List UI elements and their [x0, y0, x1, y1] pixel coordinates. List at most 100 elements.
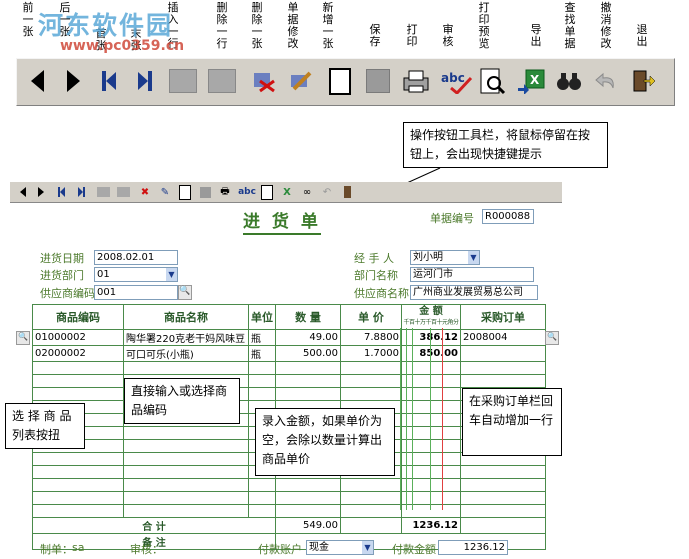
form-title: 进 货 单 — [243, 207, 321, 235]
doc-no-field[interactable]: R000088 — [482, 209, 534, 224]
cell-name[interactable]: 陶华署220克老干妈风味豆 — [123, 329, 249, 346]
col-unit: 单位 — [248, 304, 276, 330]
arrow-left-icon — [20, 187, 26, 197]
handler-select[interactable]: 刘小明 ▼ — [410, 250, 480, 265]
total-label: 合 计 — [32, 517, 276, 534]
binoculars-icon: ∞ — [302, 186, 312, 198]
dept-name-field[interactable]: 运河门市 — [410, 267, 534, 282]
small-delete-doc-button[interactable]: ✖ — [138, 185, 152, 199]
col-name: 商品名称 — [123, 304, 249, 330]
table-row[interactable] — [32, 374, 546, 388]
small-exit-button[interactable] — [340, 185, 354, 199]
small-delete-row-button[interactable] — [116, 185, 130, 199]
small-insert-row-button[interactable] — [96, 185, 110, 199]
table-row[interactable]: 01000002 陶华署220克老干妈风味豆 瓶 49.00 7.8800 38… — [32, 329, 546, 346]
small-find-button[interactable]: ∞ — [300, 185, 314, 199]
supplier-name-label: 供应商名称 — [354, 287, 409, 300]
small-last-button[interactable] — [74, 185, 88, 199]
small-print-preview-button[interactable] — [260, 184, 274, 200]
supplier-lookup-button[interactable]: 🔍 — [178, 285, 192, 300]
select-goods-button[interactable]: 🔍 — [16, 331, 30, 345]
dept-value: 01 — [97, 269, 110, 280]
insert-row-icon — [96, 187, 110, 197]
account-select[interactable]: 现金 ▼ — [306, 540, 374, 555]
paid-field[interactable]: 1236.12 — [438, 540, 508, 555]
chevron-down-icon[interactable]: ▼ — [166, 268, 177, 281]
cell-order[interactable] — [460, 345, 546, 362]
small-save-button[interactable] — [198, 185, 212, 199]
select-order-button[interactable]: 🔍 — [545, 331, 559, 345]
small-first-button[interactable] — [54, 185, 68, 199]
paid-label: 付款金额 — [392, 543, 436, 556]
doc-no-label: 单据编号 — [430, 212, 474, 225]
small-audit-button[interactable]: abc — [238, 185, 256, 199]
table-row[interactable] — [32, 361, 546, 375]
print-preview-icon — [261, 184, 273, 200]
cell-code[interactable]: 01000002 — [32, 329, 124, 346]
lookup-icon: 🔍 — [18, 332, 28, 341]
table-header: 商品编码 商品名称 单位 数 量 单 价 金 额千百十万千百十元角分 采购订单 — [32, 304, 546, 330]
amount-guide-line — [430, 328, 431, 510]
table-row[interactable] — [32, 491, 546, 505]
cell-unit[interactable]: 瓶 — [248, 329, 276, 346]
amount-guide-line — [400, 328, 401, 510]
printer-icon: 🖶 — [220, 185, 230, 197]
maker-value: sa — [72, 541, 85, 554]
cell-unit[interactable]: 瓶 — [248, 345, 276, 362]
exit-door-icon — [343, 186, 351, 198]
cell-amount[interactable]: 386.12 — [401, 329, 461, 346]
small-prev-button[interactable] — [16, 185, 30, 199]
table-row[interactable]: 02000002 可口可乐(小瓶) 瓶 500.00 1.7000 850.00 — [32, 345, 546, 362]
small-print-button[interactable]: 🖶 — [218, 185, 232, 199]
delete-row-icon — [116, 187, 130, 197]
date-label: 进货日期 — [40, 252, 84, 265]
spellcheck-icon: abc — [238, 187, 256, 197]
lookup-icon: 🔍 — [547, 332, 557, 341]
export-excel-icon: X — [283, 186, 291, 198]
col-amount-title: 金 额 — [419, 306, 443, 317]
maker-label: 制单： — [40, 543, 73, 556]
supplier-code-field[interactable]: 001 — [94, 285, 178, 300]
col-qty: 数 量 — [275, 304, 341, 330]
cell-qty[interactable]: 49.00 — [275, 329, 341, 346]
amount-guide-line — [406, 328, 407, 510]
small-edit-doc-button[interactable]: ✎ — [158, 185, 172, 199]
handler-label: 经 手 人 — [354, 252, 394, 265]
arrow-right-icon — [38, 187, 44, 197]
amount-decimal-line — [442, 328, 443, 510]
cell-name[interactable]: 可口可乐(小瓶) — [123, 345, 249, 362]
chevron-down-icon[interactable]: ▼ — [468, 251, 479, 264]
total-qty: 549.00 — [275, 517, 341, 534]
new-doc-icon — [179, 184, 191, 200]
date-field[interactable]: 2008.02.01 — [94, 250, 178, 265]
callout-order: 在采购订单栏回车自动增加一行 — [462, 388, 562, 456]
cell-qty[interactable]: 500.00 — [275, 345, 341, 362]
total-amount: 1236.12 — [401, 517, 461, 534]
small-undo-button[interactable]: ↶ — [320, 185, 334, 199]
table-row[interactable] — [32, 504, 546, 518]
lookup-icon: 🔍 — [179, 286, 191, 296]
small-export-button[interactable]: X — [280, 185, 294, 199]
delete-doc-icon: ✖ — [140, 186, 150, 198]
account-label: 付款账户 — [258, 543, 302, 556]
col-amount-units: 千百十万千百十元角分 — [403, 319, 459, 326]
chevron-down-icon[interactable]: ▼ — [362, 541, 373, 554]
supplier-name-field[interactable]: 广州商业发展贸易总公司 — [410, 285, 538, 300]
edit-doc-icon: ✎ — [160, 186, 170, 198]
small-next-button[interactable] — [34, 185, 48, 199]
dept-select[interactable]: 01 ▼ — [94, 267, 178, 282]
table-row[interactable] — [32, 478, 546, 492]
callout-direct-input: 直接输入或选择商品编码 — [124, 378, 240, 424]
callout-amount: 录入金额，如果单价为空，会除以数量计算出商品单价 — [255, 408, 395, 476]
cell-code[interactable]: 02000002 — [32, 345, 124, 362]
small-new-doc-button[interactable] — [178, 184, 192, 200]
cell-amount[interactable]: 850.00 — [401, 345, 461, 362]
callout-select-goods: 选 择 商 品 列表按扭 — [5, 403, 85, 449]
cell-price[interactable]: 1.7000 — [340, 345, 402, 362]
cell-order[interactable]: 2008004 — [460, 329, 546, 346]
handler-value: 刘小明 — [413, 252, 443, 263]
col-code: 商品编码 — [32, 304, 124, 330]
auditor-label: 审核： — [130, 543, 163, 556]
undo-icon: ↶ — [322, 186, 332, 198]
cell-price[interactable]: 7.8800 — [340, 329, 402, 346]
